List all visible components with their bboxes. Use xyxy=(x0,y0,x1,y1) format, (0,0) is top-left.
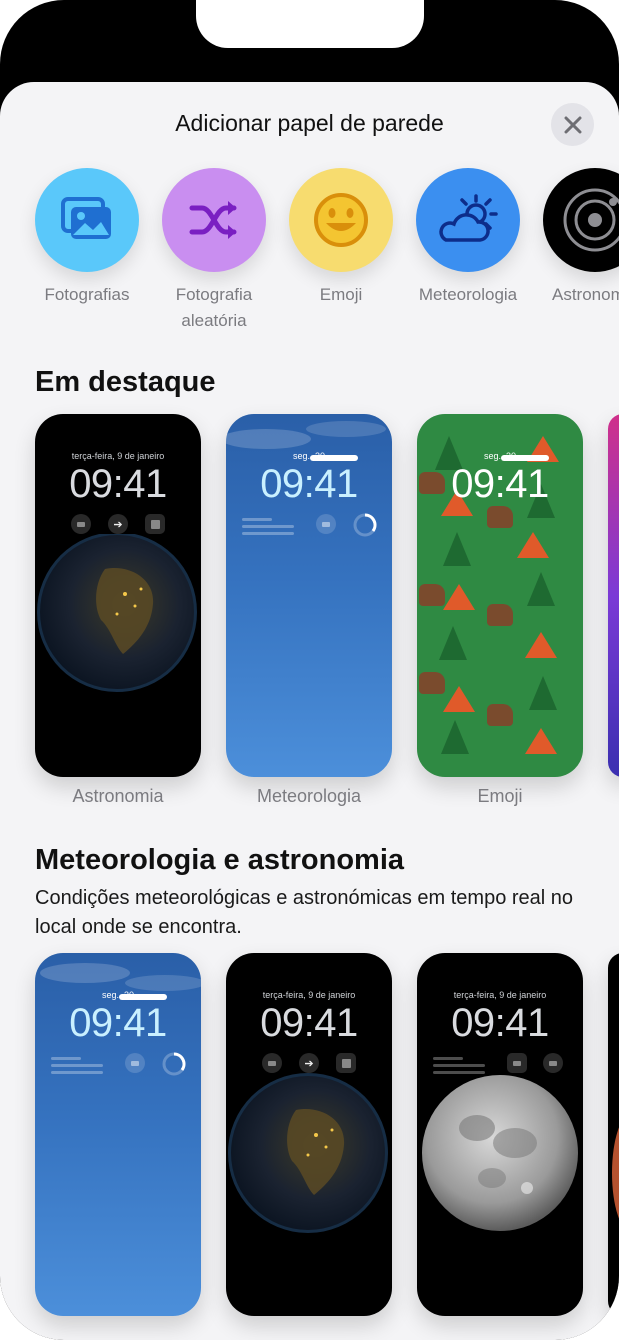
wallpaper-card-partial[interactable] xyxy=(608,953,619,1316)
tree-icon xyxy=(529,676,557,710)
add-wallpaper-sheet: Adicionar papel de parede Fotografias Fo… xyxy=(0,82,619,1340)
category-astronomy[interactable]: Astronomia xyxy=(530,168,619,308)
category-label: Meteorologia xyxy=(418,285,518,304)
tree-icon xyxy=(439,626,467,660)
tent-icon xyxy=(525,728,557,754)
tree-icon xyxy=(441,720,469,754)
widget-icon xyxy=(316,514,336,534)
earth-image xyxy=(37,534,197,692)
category-label: Fotografias xyxy=(44,285,130,304)
tent-icon xyxy=(517,532,549,558)
category-weather[interactable]: Meteorologia xyxy=(403,168,533,308)
date-bar xyxy=(119,994,167,1000)
date-bar xyxy=(310,455,358,461)
tree-icon xyxy=(443,532,471,566)
wallpaper-card-label: Emoji xyxy=(477,786,523,806)
boot-icon xyxy=(487,704,513,726)
widget-icon xyxy=(262,1053,282,1073)
widget-bar xyxy=(51,1057,81,1060)
widget-icon xyxy=(336,1053,356,1073)
lockscreen-date: seg., 30 xyxy=(483,451,517,461)
lockscreen-date: terça-feira, 9 de janeiro xyxy=(262,990,356,1000)
label-line-1: Fotografia xyxy=(175,285,253,304)
device-notch xyxy=(196,0,424,48)
boot-icon xyxy=(487,506,513,528)
close-button[interactable] xyxy=(551,103,594,146)
widget-bar xyxy=(433,1064,485,1067)
widget-icon xyxy=(71,514,91,534)
featured-section-title: Em destaque xyxy=(35,366,216,398)
category-photos[interactable]: Fotografias xyxy=(22,168,152,308)
photos-icon xyxy=(35,168,139,272)
widget-bar xyxy=(242,532,294,535)
date-bar xyxy=(501,455,549,461)
wallpaper-card-label: Astronomia xyxy=(72,786,164,806)
lockscreen-date: terça-feira, 9 de janeiro xyxy=(453,990,547,1000)
arrow-icon: ➔ xyxy=(108,514,128,534)
widget-bar xyxy=(242,518,272,521)
boot-icon xyxy=(487,604,513,626)
widget-bar xyxy=(433,1057,463,1060)
wallpaper-card-emoji[interactable]: seg., 30 09:41 xyxy=(417,414,583,777)
lockscreen-time: 09:41 xyxy=(260,1001,358,1045)
section-description: Condições meteorológicas e astronómicas … xyxy=(35,887,574,938)
widget-bar xyxy=(242,525,294,528)
weather-astronomy-section-title: Meteorologia e astronomia xyxy=(35,844,405,876)
lockscreen-date: seg., 30 xyxy=(292,451,326,461)
lockscreen-time: 09:41 xyxy=(69,462,167,506)
wallpaper-card-partial[interactable] xyxy=(608,414,619,777)
category-label: Emoji xyxy=(319,285,363,304)
boot-icon xyxy=(419,584,445,606)
wallpaper-card-weather[interactable]: seg., 30 09:41 xyxy=(35,953,201,1316)
ring-gauge-icon xyxy=(162,1052,186,1076)
wallpaper-card-astronomy[interactable]: terça-feira, 9 de janeiro 09:41 ➔ xyxy=(226,953,392,1316)
widget-bar xyxy=(51,1071,103,1074)
lockscreen-time: 09:41 xyxy=(451,1001,549,1045)
ring-gauge-icon xyxy=(353,513,377,537)
wallpaper-card-weather[interactable]: seg., 30 09:41 xyxy=(226,414,392,777)
lockscreen-date: seg., 30 xyxy=(101,990,135,1000)
planet-image xyxy=(612,1113,619,1233)
widget-bar xyxy=(51,1064,103,1067)
tent-icon xyxy=(443,584,475,610)
sheet-title: Adicionar papel de parede xyxy=(175,110,444,136)
device-frame: Adicionar papel de parede Fotografias Fo… xyxy=(0,0,619,1340)
astronomy-icon xyxy=(543,168,619,272)
category-label: Astronomia xyxy=(552,285,619,304)
widget-icon xyxy=(125,1053,145,1073)
wallpaper-card-moon[interactable]: terça-feira, 9 de janeiro 09:41 xyxy=(417,953,583,1316)
moon-image xyxy=(422,1075,578,1231)
tent-icon xyxy=(525,632,557,658)
tree-icon xyxy=(527,572,555,606)
lockscreen-time: 09:41 xyxy=(451,462,549,506)
widget-icon xyxy=(145,514,165,534)
wallpaper-card-astronomy[interactable]: terça-feira, 9 de janeiro 09:41 ➔ xyxy=(35,414,201,777)
wallpaper-card-label: Meteorologia xyxy=(256,786,362,806)
label-line-2: aleatória xyxy=(181,311,247,330)
earth-image xyxy=(228,1073,388,1233)
widget-icon xyxy=(507,1053,527,1073)
category-emoji[interactable]: Emoji xyxy=(276,168,406,308)
lockscreen-date: terça-feira, 9 de janeiro xyxy=(71,451,165,461)
shuffle-icon xyxy=(162,168,266,272)
lockscreen-time: 09:41 xyxy=(69,1001,167,1045)
category-label: Fotografia aleatória xyxy=(149,282,279,334)
lockscreen-time: 09:41 xyxy=(260,462,358,506)
boot-icon xyxy=(419,672,445,694)
emoji-icon xyxy=(289,168,393,272)
close-icon xyxy=(564,116,581,133)
weather-icon xyxy=(416,168,520,272)
widget-icon xyxy=(543,1053,563,1073)
tent-icon xyxy=(443,686,475,712)
arrow-icon: ➔ xyxy=(299,1053,319,1073)
category-shuffle-photos[interactable]: Fotografia aleatória xyxy=(149,168,279,334)
